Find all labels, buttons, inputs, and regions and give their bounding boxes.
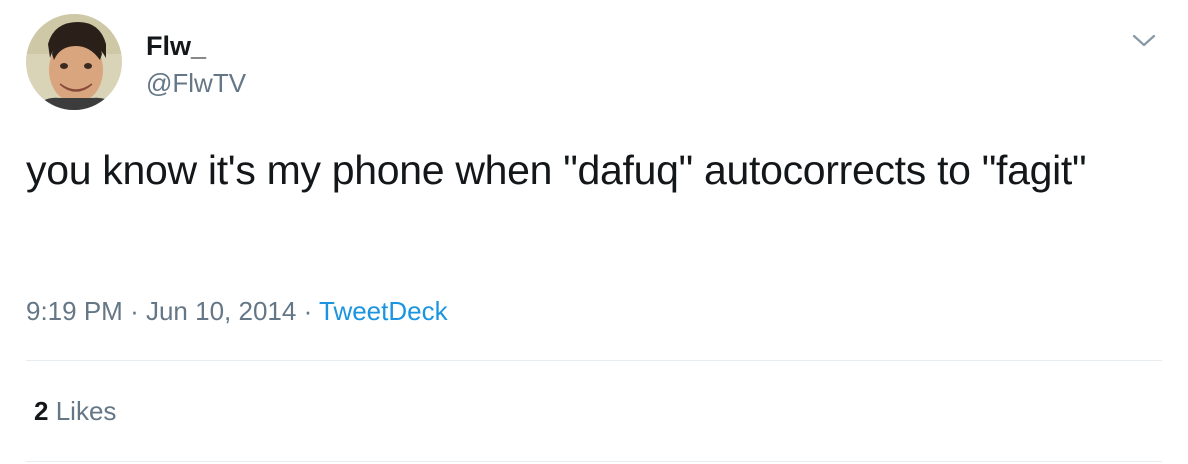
avatar[interactable]	[26, 14, 122, 110]
user-handle[interactable]: @FlwTV	[146, 67, 246, 99]
likes-stat[interactable]: 2 Likes	[34, 394, 116, 428]
divider	[26, 461, 1162, 462]
meta-separator: ·	[130, 296, 139, 326]
display-name[interactable]: Flw_	[146, 30, 206, 62]
likes-count: 2	[34, 396, 49, 426]
meta-separator: ·	[303, 296, 313, 326]
profile-photo	[26, 14, 122, 110]
more-options-button[interactable]	[1128, 26, 1160, 54]
likes-label: Likes	[55, 396, 117, 426]
tweet-card: Flw_ @FlwTV you know it's my phone when …	[0, 0, 1188, 464]
tweet-time[interactable]: 9:19 PM	[26, 296, 123, 326]
tweet-source-link[interactable]: TweetDeck	[319, 296, 448, 326]
chevron-down-icon	[1132, 34, 1156, 47]
divider	[26, 360, 1162, 361]
tweet-text: you know it's my phone when "dafuq" auto…	[26, 147, 1087, 193]
tweet-date[interactable]: Jun 10, 2014	[146, 296, 296, 326]
tweet-metadata: 9:19 PM · Jun 10, 2014 · TweetDeck	[26, 294, 448, 328]
